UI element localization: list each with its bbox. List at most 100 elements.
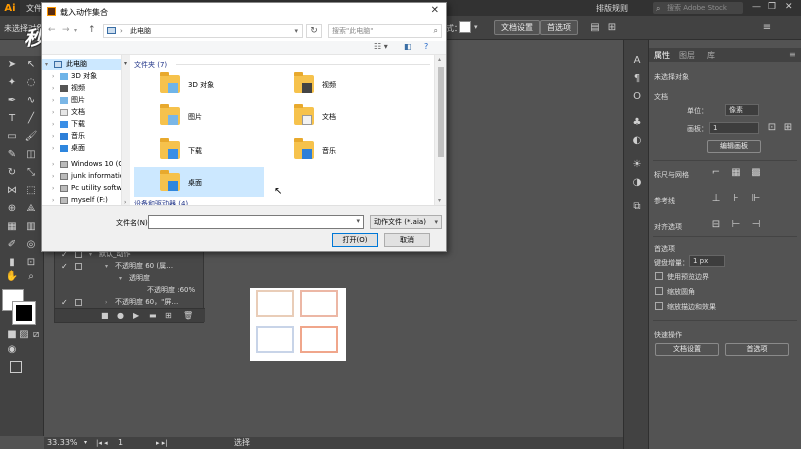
align-icon[interactable]: ▤ <box>588 21 602 35</box>
refresh-icon[interactable]: ↻ <box>306 24 322 38</box>
view-options-icon[interactable]: ☷ ▾ <box>374 42 388 51</box>
lasso-icon[interactable]: ◌ <box>23 76 39 90</box>
folder-tile-downloads[interactable]: 下载 <box>134 135 264 165</box>
chevron-down-icon[interactable]: ▾ <box>124 60 127 67</box>
folder-tile-videos[interactable]: 视频 <box>268 69 398 99</box>
use-preview-bounds-checkbox[interactable] <box>655 272 663 280</box>
chevron-right-icon[interactable]: › <box>52 83 54 94</box>
open-button[interactable]: 打开(O) <box>332 233 378 247</box>
symbols-icon[interactable]: ♣ <box>629 116 645 130</box>
chevron-down-icon[interactable]: ▾ <box>74 27 77 34</box>
smart-guides-icon[interactable]: ⊩ <box>749 192 763 206</box>
folder-tile-music[interactable]: 音乐 <box>268 135 398 165</box>
folder-tile-pictures[interactable]: 图片 <box>134 101 264 131</box>
units-select[interactable]: 像素 <box>725 104 759 116</box>
chevron-down-icon[interactable]: ▾ <box>434 216 438 228</box>
align-to-glyph-icon[interactable]: ⊣ <box>749 218 763 232</box>
search-stock-input[interactable]: ⌕ 搜索 Adobe Stock <box>653 2 743 14</box>
draw-mode-icon[interactable]: ◉ <box>4 343 20 357</box>
eraser-icon[interactable]: ◫ <box>23 148 39 162</box>
pen-tool-icon[interactable]: ✒ <box>4 94 20 108</box>
chevron-right-icon[interactable]: › <box>52 171 54 182</box>
nav-item-music[interactable]: › 音乐 <box>42 131 121 142</box>
rulers-icon[interactable]: ⌐ <box>709 166 723 180</box>
scale-strokes-checkbox[interactable] <box>655 302 663 310</box>
grid-icon[interactable]: ▦ <box>729 166 743 180</box>
search-input[interactable]: 搜索"此电脑" ⌕ <box>328 24 442 38</box>
close-icon[interactable]: ✕ <box>785 2 793 12</box>
back-arrow-icon[interactable]: ← <box>48 25 56 35</box>
curvature-icon[interactable]: ∿ <box>23 94 39 108</box>
paragraph-icon[interactable]: ¶ <box>629 72 645 86</box>
layers-icon[interactable]: ⧉ <box>629 200 645 214</box>
tab-properties[interactable]: 属性 <box>654 50 670 61</box>
brush-icon[interactable]: 🖌 <box>23 130 39 144</box>
nav-item-drive-d[interactable]: › junk informatio <box>42 171 121 182</box>
perspective-icon[interactable]: ⟁ <box>23 202 39 216</box>
graph-icon[interactable]: ▮ <box>4 256 20 270</box>
artboard-select[interactable]: 1 <box>709 122 759 134</box>
tab-layers[interactable]: 图层 <box>679 50 695 61</box>
doc-setup-button[interactable]: 文档设置 <box>494 20 540 35</box>
nav-item-this-pc[interactable]: ▾ 此电脑 <box>42 59 121 70</box>
cancel-button[interactable]: 取消 <box>384 233 430 247</box>
dialog-toggle[interactable] <box>75 263 82 270</box>
zoom-level[interactable]: 33.33% <box>47 437 78 449</box>
address-bar[interactable]: › 此电脑 ▾ <box>103 24 303 38</box>
artboard[interactable] <box>250 288 346 361</box>
transparency-icon[interactable]: ◐ <box>629 134 645 148</box>
chevron-right-icon[interactable]: › <box>52 195 54 205</box>
chevron-right-icon[interactable]: › <box>120 25 123 37</box>
scale-icon[interactable]: ⤡ <box>23 166 39 180</box>
chevron-right-icon[interactable]: › <box>52 183 54 194</box>
chevron-down-icon[interactable]: ▾ <box>45 59 48 70</box>
artboard-prev-icon[interactable]: |◂ ◂ <box>96 437 108 449</box>
content-scrollbar[interactable]: ▴ ▾ <box>434 55 446 205</box>
scale-corners-checkbox[interactable] <box>655 287 663 295</box>
maximize-icon[interactable]: ❐ <box>768 2 776 12</box>
chevron-right-icon[interactable]: › <box>52 143 54 154</box>
filename-input[interactable]: ▾ <box>148 215 364 229</box>
chevron-down-icon[interactable]: ▾ <box>84 437 87 449</box>
chevron-right-icon[interactable]: › <box>52 95 54 106</box>
nav-item-pictures[interactable]: › 图片 <box>42 95 121 106</box>
nav-item-3d-objects[interactable]: › 3D 对象 <box>42 71 121 82</box>
opentype-icon[interactable]: O <box>629 90 645 104</box>
folder-tile-documents[interactable]: 文档 <box>268 101 398 131</box>
folder-tile-3d-objects[interactable]: 3D 对象 <box>134 69 264 99</box>
hand-icon[interactable]: ✋ <box>4 270 20 284</box>
scrollbar-thumb[interactable] <box>438 67 444 157</box>
close-icon[interactable]: ✕ <box>431 5 439 16</box>
zoom-icon[interactable]: ⌕ <box>23 270 39 284</box>
dialog-titlebar[interactable]: 载入动作集合 ✕ <box>42 3 446 21</box>
dialog-toggle[interactable] <box>75 251 82 258</box>
direct-selection-tool-icon[interactable]: ↖ <box>23 58 39 72</box>
record-icon[interactable]: ● <box>117 311 124 320</box>
selection-tool-icon[interactable]: ➤ <box>4 58 20 72</box>
chevron-up-icon[interactable]: ▴ <box>438 56 441 63</box>
nav-item-drive-f[interactable]: › myself (F:) <box>42 195 121 205</box>
new-action-icon[interactable]: ⊞ <box>165 311 172 320</box>
nav-item-videos[interactable]: › 视频 <box>42 83 121 94</box>
nav-item-documents[interactable]: › 文档 <box>42 107 121 118</box>
minimize-icon[interactable]: — <box>752 2 761 12</box>
workspace-switcher[interactable]: 排版规则 <box>596 3 628 14</box>
chevron-down-icon[interactable]: ▾ <box>438 197 441 204</box>
free-transform-icon[interactable]: ⬚ <box>23 184 39 198</box>
preview-pane-icon[interactable]: ◧ <box>404 42 412 51</box>
blend-icon[interactable]: ◎ <box>23 238 39 252</box>
artboard-next-icon[interactable]: ▸ ▸| <box>156 437 168 449</box>
doc-setup-button[interactable]: 文档设置 <box>655 343 719 356</box>
play-icon[interactable]: ▶ <box>133 311 139 320</box>
chevron-right-icon[interactable]: › <box>52 119 54 130</box>
chevron-right-icon[interactable]: › <box>52 71 54 82</box>
rectangle-tool-icon[interactable]: ▭ <box>4 130 20 144</box>
type-tool-icon[interactable]: T <box>4 112 20 126</box>
pixel-grid-icon[interactable]: ▩ <box>749 166 763 180</box>
style-swatch[interactable] <box>459 21 471 33</box>
panel-menu-icon[interactable]: ≡ <box>789 50 796 59</box>
nav-item-desktop[interactable]: › 桌面 <box>42 143 121 154</box>
artboard-number[interactable]: 1 <box>118 437 123 449</box>
chevron-down-icon[interactable]: ▾ <box>474 23 478 31</box>
gradient-icon[interactable]: ▥ <box>23 220 39 234</box>
